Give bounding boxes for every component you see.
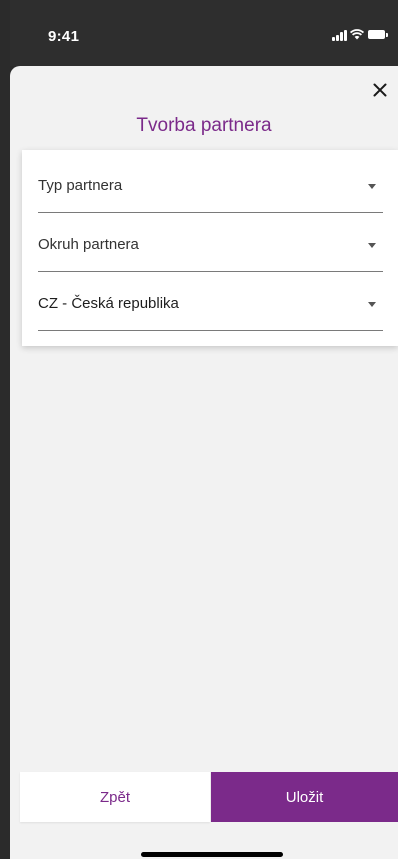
status-time: 9:41 — [48, 28, 80, 45]
partner-type-label: Typ partnera — [38, 177, 123, 194]
chevron-down-icon — [368, 302, 376, 307]
chevron-down-icon — [368, 243, 376, 248]
back-button[interactable]: Zpět — [20, 772, 210, 822]
partner-scope-select[interactable]: Okruh partnera — [38, 213, 383, 272]
status-icons — [332, 29, 388, 41]
battery-icon — [368, 30, 388, 39]
form-card: Typ partnera Okruh partnera CZ - Česká r… — [22, 150, 398, 346]
country-label: CZ - Česká republika — [38, 295, 179, 312]
country-select[interactable]: CZ - Česká republika — [38, 272, 383, 331]
close-button[interactable] — [368, 78, 392, 102]
wifi-icon — [350, 29, 364, 40]
status-bar: 9:41 — [10, 0, 398, 66]
chevron-down-icon — [368, 184, 376, 189]
home-indicator — [141, 852, 283, 857]
close-icon — [373, 83, 387, 97]
save-button[interactable]: Uložit — [211, 772, 398, 822]
bottom-sheet: Tvorba partnera Typ partnera Okruh partn… — [10, 66, 398, 859]
partner-scope-label: Okruh partnera — [38, 236, 139, 253]
bottom-action-bar: Zpět Uložit — [10, 772, 398, 822]
page-title: Tvorba partnera — [136, 115, 272, 136]
partner-type-select[interactable]: Typ partnera — [38, 154, 383, 213]
